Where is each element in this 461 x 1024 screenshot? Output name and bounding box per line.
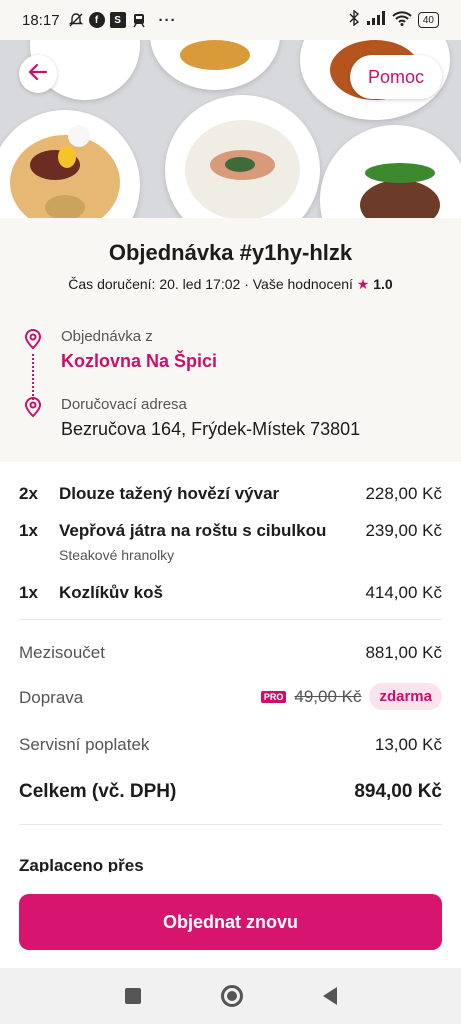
service-fee-label: Servisní poplatek — [19, 735, 150, 754]
subtotal-label: Mezisoučet — [19, 643, 105, 662]
delivery-original-price: 49,00 Kč — [294, 686, 362, 706]
subtotal-value: 881,00 Kč — [365, 643, 442, 662]
food-plate — [320, 125, 461, 218]
delivery-address-label: Doručovací adresa — [61, 396, 187, 413]
food-plate — [150, 40, 280, 90]
from-label: Objednávka z — [61, 328, 153, 345]
item-price: 239,00 Kč — [365, 521, 442, 540]
item-name: Vepřová játra na roštu s cibulkou — [59, 521, 327, 540]
muted-bell-icon — [68, 12, 84, 28]
arrow-left-icon — [27, 61, 49, 88]
item-note: Steakové hranolky — [59, 547, 175, 563]
status-time: 18:17 — [22, 11, 60, 29]
food-plate — [165, 95, 320, 218]
status-bar: 18:17 f S ··· 40 — [0, 0, 461, 40]
back-button[interactable] — [19, 55, 57, 93]
route-line — [32, 354, 34, 400]
s-app-icon: S — [109, 12, 126, 28]
item-name: Kozlíkův koš — [59, 583, 163, 602]
train-icon — [131, 12, 147, 28]
total-label: Celkem (vč. DPH) — [19, 781, 177, 802]
rating-value: 1.0 — [373, 276, 393, 292]
help-button[interactable]: Pomoc — [349, 55, 442, 99]
divider — [19, 824, 442, 825]
back-nav-icon[interactable] — [322, 987, 337, 1005]
order-again-button[interactable]: Objednat znovu — [19, 894, 442, 950]
delivery-free-pill: zdarma — [369, 683, 442, 710]
service-fee-row: Servisní poplatek 13,00 Kč — [19, 735, 442, 755]
delivery-label: Doprava — [19, 688, 84, 707]
total-value: 894,00 Kč — [354, 781, 442, 802]
restaurant-hero-image: Pomoc — [0, 40, 461, 218]
order-header: Objednávka #y1hy-hlzk Čas doručení: 20. … — [0, 218, 461, 462]
item-quantity: 1x — [19, 521, 38, 540]
delivery-time: Čas doručení: 20. led 17:02 — [68, 276, 241, 292]
location-pin-icon — [22, 396, 44, 418]
order-meta: Čas doručení: 20. led 17:02 · Vaše hodno… — [0, 276, 461, 293]
delivery-row: Doprava PRO 49,00 Kč zdarma — [19, 683, 442, 710]
bluetooth-icon — [348, 9, 360, 30]
food-plate — [0, 110, 140, 218]
restaurant-name[interactable]: Kozlovna Na Špici — [61, 351, 217, 372]
wifi-icon — [392, 10, 412, 30]
more-notifications: ··· — [158, 11, 177, 29]
pro-badge: PRO — [260, 690, 287, 703]
recent-apps-icon[interactable] — [124, 988, 141, 1004]
system-nav-bar — [0, 968, 461, 1024]
subtotal-row: Mezisoučet 881,00 Kč — [19, 643, 442, 663]
divider — [19, 619, 442, 620]
signal-icon — [366, 10, 386, 30]
location-pin-icon — [22, 328, 44, 350]
item-price: 228,00 Kč — [365, 484, 442, 503]
delivery-address: Bezručova 164, Frýdek-Místek 73801 — [61, 419, 361, 439]
home-icon[interactable] — [220, 985, 243, 1007]
total-row: Celkem (vč. DPH) 894,00 Kč — [19, 781, 442, 803]
delivery-price-group: PRO 49,00 Kč zdarma — [260, 683, 442, 710]
notification-icons: f S — [68, 12, 147, 28]
rating-label: Vaše hodnocení — [252, 276, 353, 292]
system-icons: 40 — [348, 9, 439, 30]
item-name: Dlouze tažený hovězí vývar — [59, 484, 280, 503]
battery-indicator: 40 — [417, 12, 439, 28]
item-quantity: 2x — [19, 484, 38, 503]
facebook-icon: f — [88, 12, 105, 28]
order-title: Objednávka #y1hy-hlzk — [108, 240, 353, 265]
star-icon: ★ — [356, 276, 370, 292]
service-fee-value: 13,00 Kč — [374, 735, 442, 754]
meta-separator: · — [244, 276, 249, 292]
item-price: 414,00 Kč — [365, 583, 442, 602]
item-quantity: 1x — [19, 583, 38, 602]
